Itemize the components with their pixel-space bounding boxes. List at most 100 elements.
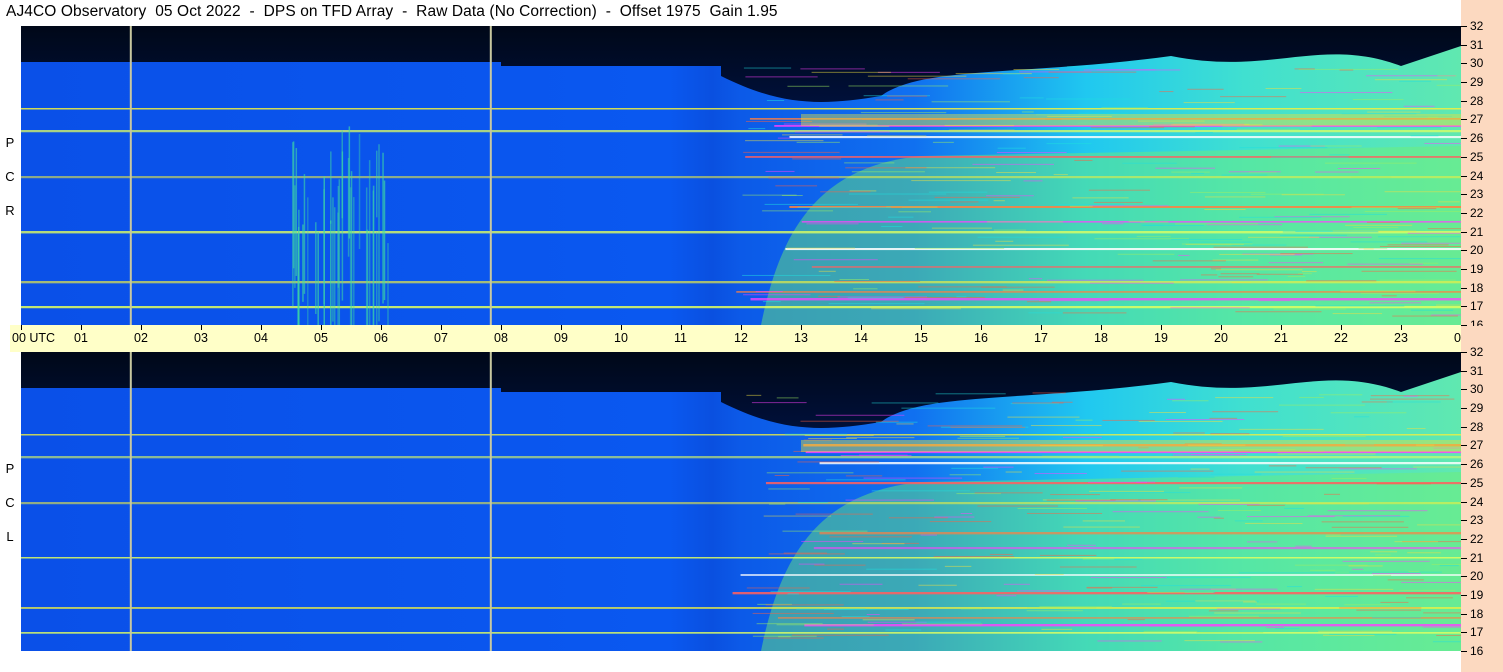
signal-streak: [1210, 433, 1250, 435]
signal-streak: [770, 591, 851, 593]
rcp-axis-label: P C R: [0, 126, 20, 228]
signal-streak: [765, 604, 844, 606]
signal-streak: [1002, 289, 1024, 291]
signal-streak: [1352, 99, 1404, 101]
signal-streak: [1411, 309, 1454, 311]
signal-streak: [1101, 223, 1124, 225]
time-tick: [921, 325, 922, 330]
signal-streak: [1212, 411, 1279, 413]
signal-streak: [1435, 304, 1461, 306]
signal-streak: [1149, 126, 1195, 128]
burst-streak: [372, 190, 374, 325]
burst-streak: [332, 197, 334, 322]
signal-streak: [1367, 111, 1421, 113]
signal-streak: [1399, 80, 1432, 82]
signal-streak: [1088, 189, 1150, 191]
signal-streak: [871, 490, 970, 492]
freq-tick: [1461, 594, 1467, 596]
burst-streak: [368, 160, 371, 325]
signal-streak: [1170, 307, 1250, 309]
signal-streak: [786, 247, 856, 249]
time-tick: [21, 325, 22, 330]
signal-streak: [1370, 398, 1455, 400]
signal-streak: [1340, 290, 1416, 292]
signal-streak: [1172, 454, 1240, 456]
signal-streak: [801, 540, 864, 542]
signal-streak: [794, 131, 890, 133]
freq-tick: [1461, 156, 1467, 158]
signal-streak: [1179, 487, 1243, 489]
signal-streak: [1318, 630, 1393, 632]
freq-tick: [1461, 175, 1467, 177]
interference-line: [21, 456, 1461, 459]
time-tick: [321, 325, 322, 330]
burst-streak: [330, 151, 332, 224]
time-tick: [141, 325, 142, 330]
signal-streak: [748, 128, 766, 130]
time-tick-label: 08: [494, 331, 508, 345]
signal-streak: [851, 171, 925, 173]
signal-streak: [834, 280, 921, 282]
signal-streak: [1184, 640, 1255, 642]
burst-streak: [358, 134, 361, 249]
signal-streak: [1281, 194, 1345, 196]
burst-streak: [349, 187, 352, 325]
signal-streak: [797, 501, 828, 503]
time-tick-label: 14: [854, 331, 868, 345]
signal-streak: [1238, 572, 1336, 574]
signal-streak: [774, 475, 790, 477]
signal-streak: [1344, 604, 1391, 606]
signal-streak: [866, 614, 880, 616]
freq-tick-label: 31: [1470, 363, 1484, 378]
signal-streak: [795, 513, 873, 515]
time-tick: [981, 325, 982, 330]
signal-streak: [1394, 541, 1439, 543]
signal-streak: [765, 170, 795, 172]
signal-streak: [1268, 262, 1324, 264]
freq-tick-label: 28: [1470, 419, 1484, 434]
freq-tick: [1461, 26, 1467, 27]
signal-streak: [742, 274, 831, 276]
freq-tick: [1461, 268, 1467, 270]
signal-streak: [1381, 295, 1397, 297]
freq-tick: [1461, 287, 1467, 289]
signal-streak: [1204, 196, 1266, 198]
signal-streak: [1039, 300, 1109, 302]
signal-streak: [1406, 428, 1426, 430]
signal-streak: [860, 112, 947, 114]
freq-tick-label: 29: [1470, 401, 1484, 416]
signal-streak: [1141, 224, 1164, 226]
signal-streak: [1127, 619, 1145, 621]
signal-streak: [1059, 566, 1137, 568]
signal-streak: [1280, 234, 1347, 236]
signal-streak: [1410, 135, 1439, 137]
freq-tick-label: 24: [1470, 494, 1484, 509]
signal-streak: [1339, 69, 1354, 71]
signal-streak: [1197, 516, 1221, 518]
signal-streak: [1181, 243, 1253, 245]
signal-streak: [1315, 171, 1359, 173]
signal-streak: [1329, 633, 1397, 635]
signal-streak: [1331, 477, 1367, 479]
time-tick: [1281, 325, 1282, 330]
signal-streak: [1314, 588, 1394, 590]
signal-streak: [1406, 597, 1453, 599]
interference-line: [21, 231, 1461, 234]
signal-streak: [1319, 394, 1363, 396]
signal-streak: [823, 608, 909, 610]
signal-streak: [845, 499, 935, 501]
signal-streak: [762, 301, 781, 303]
time-tick-label: 21: [1274, 331, 1288, 345]
signal-streak: [828, 303, 925, 305]
signal-streak: [1172, 400, 1209, 402]
signal-streak: [1027, 607, 1097, 609]
band-27mhz: [801, 114, 1461, 126]
freq-tick-label: 27: [1470, 112, 1484, 127]
signal-streak: [867, 75, 967, 77]
signal-streak: [1437, 75, 1457, 77]
signal-streak: [1306, 280, 1377, 282]
signal-streak: [888, 216, 914, 218]
signal-streak: [1149, 411, 1186, 413]
signal-streak: [1331, 526, 1409, 528]
lcp-letter-c: C: [5, 495, 15, 510]
